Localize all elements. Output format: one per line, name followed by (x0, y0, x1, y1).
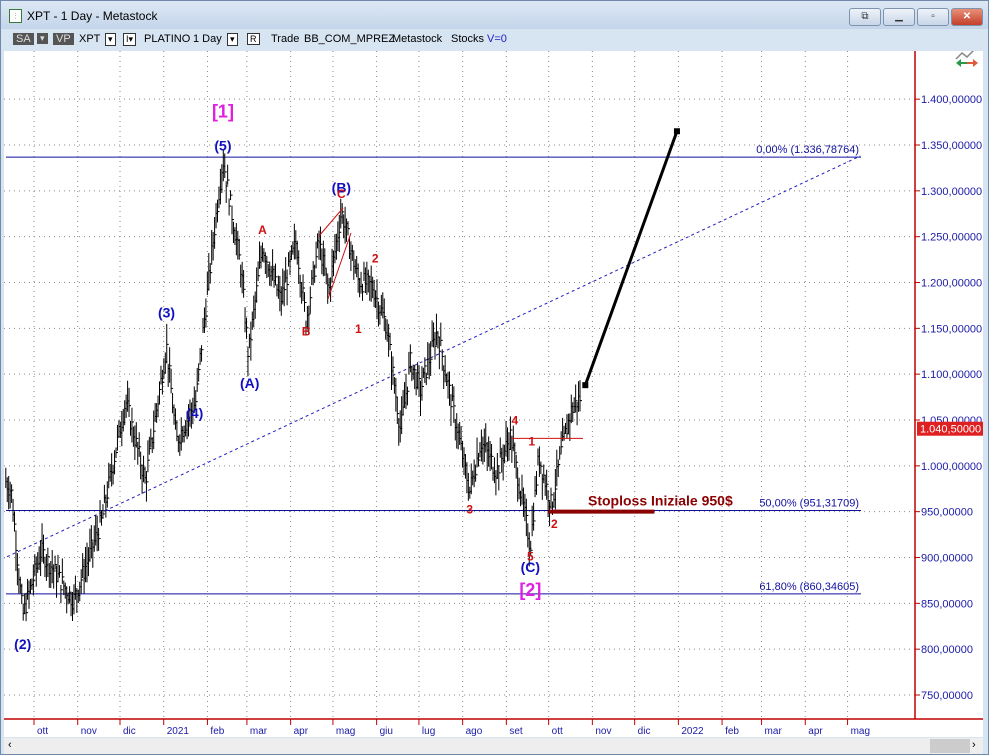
y-tick-label: 1.400,00000 (921, 94, 982, 106)
period-dropdown[interactable]: ▾ (227, 33, 238, 46)
source-label: Metastock (392, 33, 443, 45)
x-tick-label: apr (808, 726, 823, 737)
x-tick-label: mar (250, 726, 268, 737)
x-tick-label: dic (638, 726, 651, 737)
instrument-name: PLATINO (144, 33, 191, 45)
trade-label: Trade (271, 33, 300, 45)
x-tick-label: ago (466, 726, 483, 737)
projection-arrow (583, 130, 679, 386)
x-tick-label: ott (552, 726, 563, 737)
sa-dropdown-icon[interactable]: ▾ (37, 33, 48, 44)
projection-end-marker (673, 128, 680, 135)
y-tick-label: 1.000,00000 (921, 461, 982, 473)
type-label: Stocks (451, 33, 485, 45)
period-label: 1 Day (193, 33, 222, 45)
horizontal-scrollbar[interactable]: ‹ › (4, 738, 983, 754)
projection-start-marker (582, 382, 589, 389)
scroll-right-icon[interactable]: › (972, 739, 976, 751)
toolbar: SA ▾ VP XPT ▾ I▾ PLATINO 1 Day ▾ R Trade… (5, 30, 983, 50)
y-tick-label: 1.250,00000 (921, 232, 982, 244)
scrollbar-thumb[interactable] (930, 739, 970, 753)
x-tick-label: 2022 (681, 726, 704, 737)
y-tick-label: 850,00000 (921, 598, 973, 610)
indicator-dropdown[interactable]: I▾ (123, 33, 137, 46)
chart-window: ⫶ XPT - 1 Day - Metastock ⧉ ▁ ▫ ✕ SA ▾ V… (0, 0, 989, 755)
symbol-label: XPT (79, 33, 101, 45)
symbol-dropdown[interactable]: ▾ (105, 33, 116, 46)
wave-label: [1] (212, 101, 234, 121)
r-dropdown[interactable]: R (247, 33, 260, 45)
wave-label: 4 (511, 414, 518, 428)
wave-label: 3 (466, 503, 473, 517)
x-tick-label: feb (725, 726, 739, 737)
wave-label: 1 (355, 322, 362, 336)
y-tick-label: 900,00000 (921, 553, 973, 565)
sa-button[interactable]: SA (13, 33, 34, 45)
minimize-button[interactable]: ▁ (883, 8, 915, 26)
x-tick-label: feb (210, 726, 224, 737)
window-title: XPT - 1 Day - Metastock (27, 9, 158, 23)
y-tick-label: 750,00000 (921, 690, 973, 702)
close-button[interactable]: ✕ (951, 8, 983, 26)
y-tick-label: 1.100,00000 (921, 369, 982, 381)
y-tick-label: 1.150,00000 (921, 323, 982, 335)
x-tick-label: set (509, 726, 523, 737)
x-tick-label: mag (336, 726, 355, 737)
x-tick-label: lug (422, 726, 435, 737)
wave-label: [2] (519, 580, 541, 600)
y-tick-label: 1.350,00000 (921, 140, 982, 152)
wave-label: 1 (528, 435, 535, 449)
wave-label: (5) (214, 138, 231, 154)
y-tick-label: 1.200,00000 (921, 278, 982, 290)
chart-type-icon (955, 51, 975, 60)
fib-level-label: 50,00% (951,31709) (759, 497, 859, 509)
x-tick-label: nov (81, 726, 97, 737)
fib-level-label: 0,00% (1.336,78764) (756, 144, 859, 156)
wave-label: (4) (186, 405, 203, 421)
x-tick-label: giu (380, 726, 393, 737)
title-bar: ⫶ XPT - 1 Day - Metastock ⧉ ▁ ▫ ✕ (1, 1, 988, 29)
x-tick-label: dic (123, 726, 136, 737)
wave-label: 2 (372, 251, 379, 265)
wave-label: C (337, 187, 346, 201)
wave-label: (3) (158, 304, 175, 320)
account-label: BB_COM_MPREZ (304, 33, 396, 45)
y-tick-label: 950,00000 (921, 507, 973, 519)
x-tick-label: mag (851, 726, 870, 737)
vp-button[interactable]: VP (53, 33, 74, 45)
scroll-left-icon[interactable]: ‹ (8, 739, 12, 751)
x-tick-label: ott (37, 726, 48, 737)
stoploss-label: Stoploss Iniziale 950$ (588, 493, 733, 509)
price-chart[interactable]: 1.400,00000 1.350,00000 1.300,00000 1.250,0… (4, 51, 983, 737)
wave-label: (A) (240, 375, 259, 391)
last-price-label: 1.040,50000 (920, 424, 981, 436)
arrow-left-icon (956, 59, 967, 67)
x-tick-label: apr (294, 726, 309, 737)
x-tick-label: nov (595, 726, 611, 737)
wave-label: (2) (14, 636, 31, 652)
y-tick-label: 1.300,00000 (921, 186, 982, 198)
wave-label: 2 (551, 517, 558, 531)
restore-button[interactable]: ▫ (917, 8, 949, 26)
popout-button[interactable]: ⧉ (849, 8, 881, 26)
wave-label: A (258, 223, 267, 237)
chart-app-icon: ⫶ (9, 9, 22, 23)
x-tick-label: mar (765, 726, 783, 737)
arrow-right-icon (967, 59, 978, 67)
wave-label: 5 (527, 549, 534, 563)
y-tick-label: 800,00000 (921, 644, 973, 656)
volume-label: V=0 (487, 33, 507, 45)
x-tick-label: 2021 (167, 726, 190, 737)
fib-level-label: 61,80% (860,34605) (759, 581, 859, 593)
wave-label: B (302, 325, 311, 339)
